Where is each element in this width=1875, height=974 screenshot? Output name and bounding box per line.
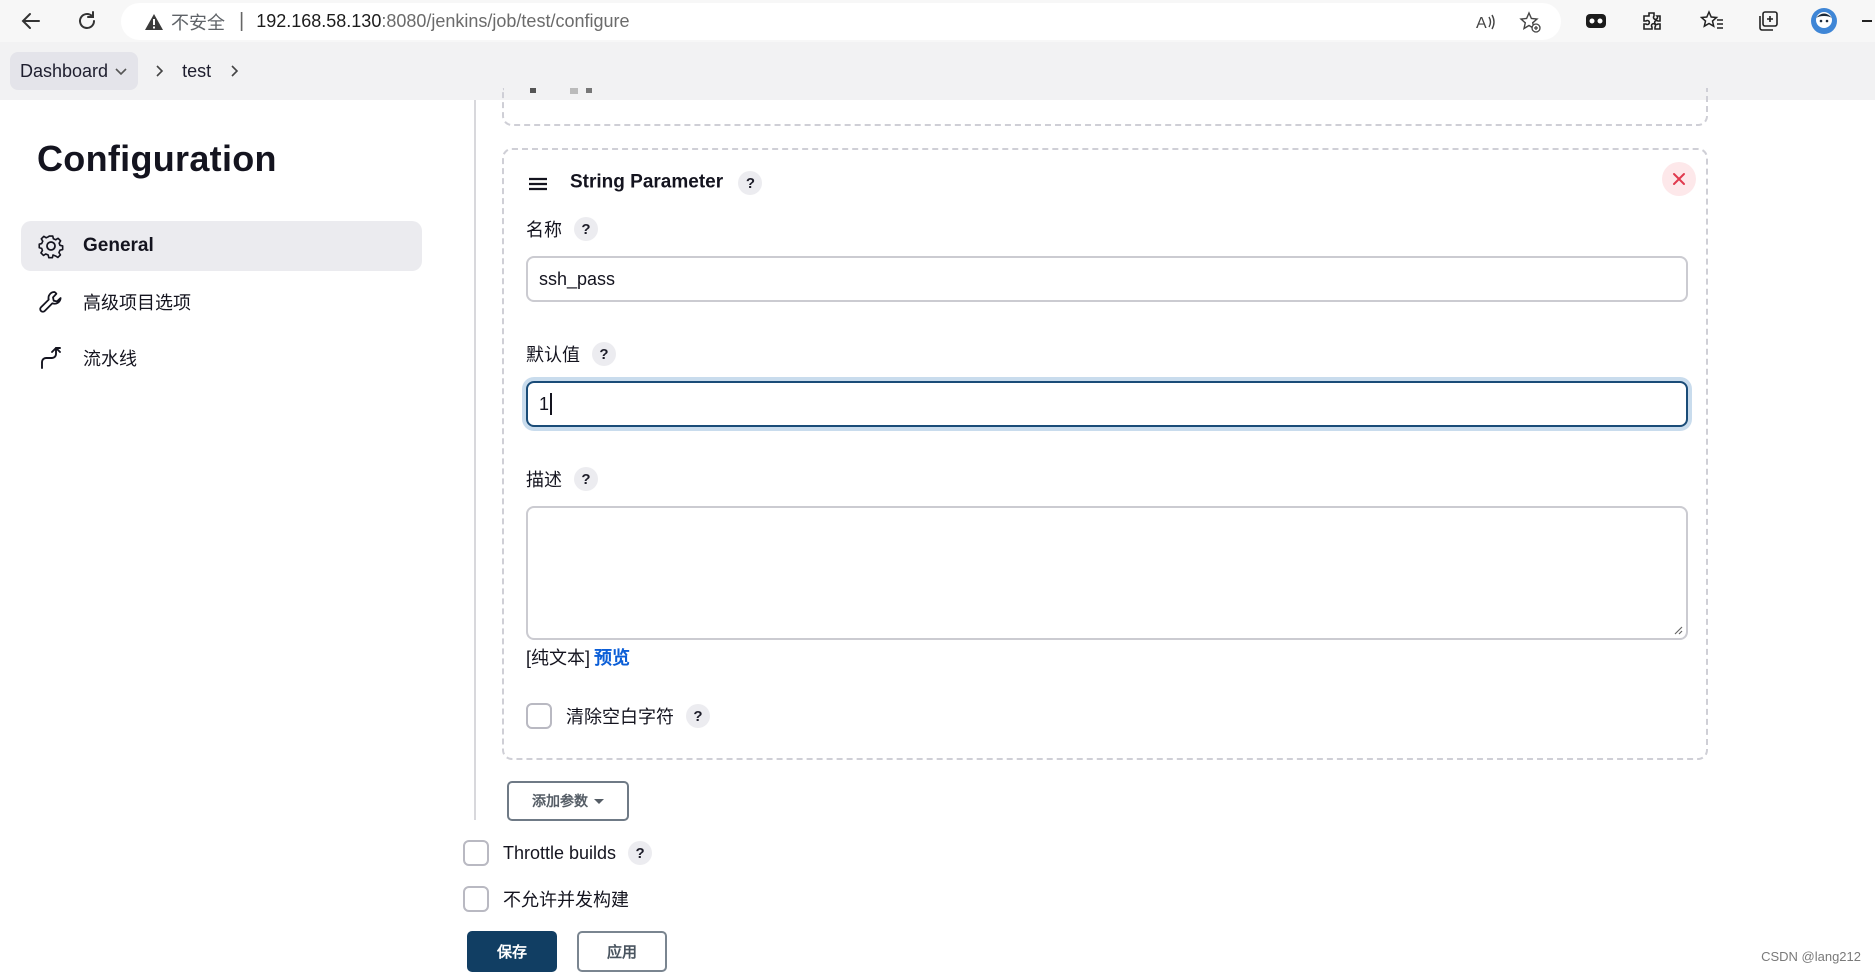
trim-checkbox[interactable] xyxy=(526,703,552,729)
sidebar-item-label: General xyxy=(83,235,154,256)
parameter-type-label: String Parameter xyxy=(570,171,724,193)
pipeline-icon xyxy=(37,344,65,372)
markup-format: [纯文本] 预览 xyxy=(526,644,630,670)
text-caret xyxy=(550,393,552,415)
extension-game-icon[interactable] xyxy=(1582,7,1610,35)
content-divider xyxy=(474,100,476,820)
profile-avatar[interactable] xyxy=(1810,7,1838,35)
help-icon[interactable]: ? xyxy=(574,467,598,491)
reload-button[interactable] xyxy=(72,6,102,36)
collections-icon[interactable] xyxy=(1754,7,1782,35)
previous-parameter-card xyxy=(502,88,1708,126)
back-arrow-icon xyxy=(21,13,40,29)
default-value-input[interactable]: 1 xyxy=(526,381,1688,427)
address-separator: | xyxy=(239,10,245,32)
breadcrumb-test[interactable]: test xyxy=(180,52,213,90)
previous-parameter-fragment xyxy=(530,88,630,102)
description-label: 描述 ? xyxy=(526,466,598,492)
page-title: Configuration xyxy=(37,138,277,179)
svg-text:A: A xyxy=(1476,15,1487,32)
description-textarea[interactable] xyxy=(526,506,1688,640)
wrench-icon xyxy=(37,288,65,316)
help-icon[interactable]: ? xyxy=(738,171,763,195)
help-icon[interactable]: ? xyxy=(686,704,710,728)
breadcrumb-dashboard-label: Dashboard xyxy=(20,60,109,81)
sidebar-item-pipeline[interactable]: 流水线 xyxy=(21,333,422,383)
chevron-right-icon xyxy=(156,65,164,77)
delete-parameter-button[interactable] xyxy=(1662,162,1696,196)
description-label-text: 描述 xyxy=(526,470,562,490)
trim-label: 清除空白字符 xyxy=(566,707,674,727)
sidebar-item-advanced[interactable]: 高级项目选项 xyxy=(21,277,422,327)
name-input-value: ssh_pass xyxy=(539,268,616,289)
name-label: 名称 ? xyxy=(526,216,598,242)
warning-icon xyxy=(143,11,165,33)
default-value-input-value: 1 xyxy=(539,393,550,414)
read-aloud-icon[interactable]: A xyxy=(1473,9,1499,35)
apply-button[interactable]: 应用 xyxy=(577,931,667,972)
help-icon[interactable]: ? xyxy=(592,342,616,366)
resize-grip-icon[interactable] xyxy=(1671,623,1683,635)
extensions-icon[interactable] xyxy=(1638,7,1666,35)
address-bar[interactable]: 不安全 | 192.168.58.130 :8080/jenkins/job/t… xyxy=(121,3,1561,40)
browser-toolbar: 不安全 | 192.168.58.130 :8080/jenkins/job/t… xyxy=(0,0,1875,42)
string-parameter-card: String Parameter ? 名称 ? ssh_pass 默认值 ? 1… xyxy=(502,148,1708,760)
default-value-label: 默认值 ? xyxy=(526,341,616,367)
no-concurrent-builds-option: 不允许并发构建 xyxy=(463,886,629,912)
sidebar-item-general[interactable]: General xyxy=(21,221,422,271)
back-button[interactable] xyxy=(16,6,46,36)
throttle-builds-option: Throttle builds ? xyxy=(463,840,653,866)
no-concurrent-builds-label: 不允许并发构建 xyxy=(503,890,629,910)
name-input[interactable]: ssh_pass xyxy=(526,256,1688,302)
save-button[interactable]: 保存 xyxy=(467,931,557,972)
breadcrumb-dashboard[interactable]: Dashboard xyxy=(10,52,139,90)
name-label-text: 名称 xyxy=(526,220,562,240)
parameter-type-title: String Parameter ? xyxy=(570,171,763,195)
url-path: :8080/jenkins/job/test/configure xyxy=(381,11,630,31)
dropdown-caret-icon xyxy=(594,798,604,804)
preview-link[interactable]: 预览 xyxy=(594,648,630,668)
gear-icon xyxy=(37,232,65,260)
add-parameter-button[interactable]: 添加参数 xyxy=(507,781,629,821)
chevron-down-icon[interactable] xyxy=(114,64,128,78)
close-icon xyxy=(1673,173,1685,185)
reload-icon xyxy=(79,11,95,29)
watermark: CSDN @lang212 xyxy=(1761,949,1861,964)
help-icon[interactable]: ? xyxy=(628,841,653,865)
throttle-builds-label: Throttle builds xyxy=(503,842,617,863)
add-favorite-icon[interactable] xyxy=(1517,9,1543,35)
add-parameter-label: 添加参数 xyxy=(532,793,588,809)
chevron-right-icon xyxy=(231,65,239,77)
favorites-icon[interactable] xyxy=(1698,7,1726,35)
sidebar-item-label: 高级项目选项 xyxy=(83,293,191,313)
sidebar-item-label: 流水线 xyxy=(83,349,137,369)
help-icon[interactable]: ? xyxy=(574,217,598,241)
throttle-builds-checkbox[interactable] xyxy=(463,840,489,866)
url-host: 192.168.58.130 xyxy=(256,11,382,31)
no-concurrent-builds-checkbox[interactable] xyxy=(463,886,489,912)
breadcrumb-test-label: test xyxy=(182,60,212,81)
trim-option: 清除空白字符 ? xyxy=(526,703,710,729)
default-value-label-text: 默认值 xyxy=(526,345,580,365)
more-menu-icon[interactable] xyxy=(1858,7,1875,35)
drag-handle-icon[interactable] xyxy=(526,172,550,196)
insecure-label: 不安全 xyxy=(171,12,225,33)
plain-text-label: [纯文本] xyxy=(526,648,591,668)
